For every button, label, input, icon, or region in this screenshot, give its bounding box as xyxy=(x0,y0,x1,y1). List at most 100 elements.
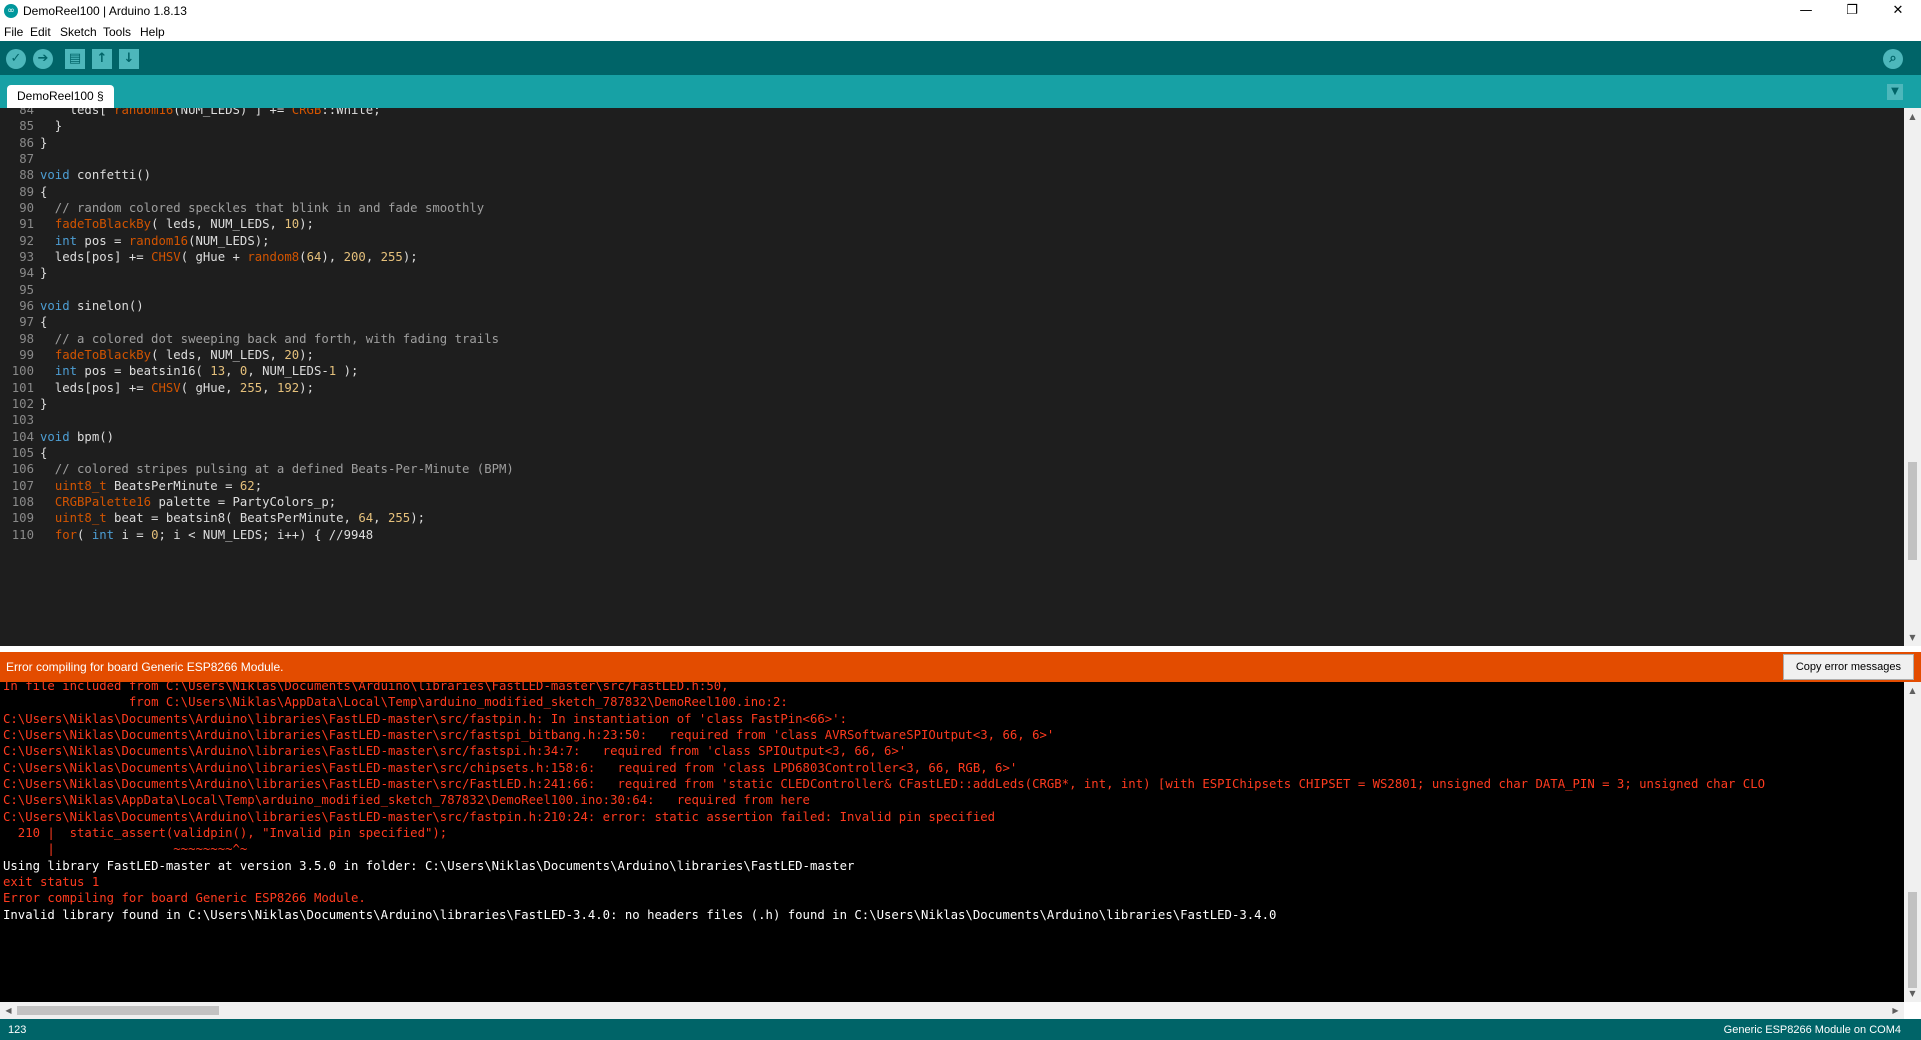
code-token: leds[pos] += xyxy=(40,380,152,395)
code-editor[interactable]: 84 leds[ random16(NUM_LEDS) ] += CRGB::W… xyxy=(0,108,1904,646)
console-scroll-up-icon[interactable]: ▲ xyxy=(1904,682,1921,699)
code-token: // random colored speckles that blink in… xyxy=(40,200,485,215)
code-token: void xyxy=(40,168,70,183)
code-token: CRGBPalette16 xyxy=(54,494,152,509)
console-scroll-down-icon[interactable]: ▼ xyxy=(1904,985,1921,1002)
code-token: int xyxy=(54,364,78,379)
console-output[interactable]: In file included from C:\Users\Niklas\Do… xyxy=(0,682,1904,1002)
code-token: int xyxy=(54,233,78,248)
menu-file[interactable]: File xyxy=(4,25,23,39)
toolbar: ✓ ➔ ▤ ↑ ↓ ⌕ xyxy=(0,41,1921,75)
minimize-button[interactable]: — xyxy=(1783,0,1829,22)
code-token: beat = beatsin8( BeatsPerMinute, xyxy=(106,511,359,526)
tab-bar: DemoReel100 § ▼ xyxy=(0,75,1921,108)
console-scroll-thumb[interactable] xyxy=(1908,892,1917,988)
console-horizontal-scrollbar[interactable]: ◀ ▶ xyxy=(0,1002,1904,1019)
code-token: ; i < NUM_LEDS; i++) { //9948 xyxy=(158,527,374,542)
menu-sketch[interactable]: Sketch xyxy=(60,25,97,39)
line-number: 110 xyxy=(11,527,34,542)
code-token: 10 xyxy=(284,217,300,232)
serial-monitor-button[interactable]: ⌕ xyxy=(1883,49,1903,69)
code-token: , xyxy=(225,364,240,379)
code-token: // a colored dot sweeping back and forth… xyxy=(40,331,500,346)
code-token: pos = xyxy=(77,233,129,248)
console-vertical-scrollbar[interactable]: ▲ ▼ xyxy=(1904,682,1921,1002)
code-token: } xyxy=(40,266,48,281)
code-token: 255 xyxy=(387,511,411,526)
menu-edit[interactable]: Edit xyxy=(30,25,51,39)
scroll-right-icon[interactable]: ▶ xyxy=(1887,1002,1904,1019)
code-token: fadeToBlackBy xyxy=(54,347,152,362)
tab-menu-icon[interactable]: ▼ xyxy=(1887,84,1903,100)
console-line: Using library FastLED-master at version … xyxy=(3,858,855,873)
code-token: uint8_t xyxy=(54,511,107,526)
scroll-left-icon[interactable]: ◀ xyxy=(0,1002,17,1019)
copy-error-messages-button[interactable]: Copy error messages xyxy=(1782,654,1914,680)
code-token: 13 xyxy=(210,364,226,379)
code-token: 64 xyxy=(358,511,374,526)
menu-help[interactable]: Help xyxy=(140,25,165,39)
code-token: for xyxy=(54,527,78,542)
code-token: 200 xyxy=(343,249,366,264)
code-token: } xyxy=(40,396,48,411)
verify-button[interactable]: ✓ xyxy=(6,49,26,69)
code-token: 255 xyxy=(380,249,403,264)
code-token: ( leds, NUM_LEDS, xyxy=(151,217,285,232)
restore-button[interactable]: ❐ xyxy=(1829,0,1875,22)
code-token: random16 xyxy=(128,233,189,248)
editor-vertical-scrollbar[interactable]: ▲ ▼ xyxy=(1904,108,1921,646)
code-token: 255 xyxy=(239,380,263,395)
code-token: } xyxy=(40,119,63,134)
title-bar: ∞ DemoReel100 | Arduino 1.8.13 — ❐ ✕ xyxy=(0,0,1921,22)
status-message: Error compiling for board Generic ESP826… xyxy=(6,660,284,674)
board-port-info: Generic ESP8266 Module on COM4 xyxy=(1723,1024,1901,1036)
code-token: } xyxy=(40,135,48,150)
scroll-down-icon[interactable]: ▼ xyxy=(1904,629,1921,646)
code-token: ); xyxy=(299,380,314,395)
code-token: ); xyxy=(410,511,426,526)
console-line: Invalid library found in C:\Users\Niklas… xyxy=(3,907,1277,922)
code-token: ( xyxy=(299,249,307,264)
code-token: leds[pos] += xyxy=(40,249,152,264)
scroll-up-icon[interactable]: ▲ xyxy=(1904,108,1921,125)
console-h-scroll-thumb[interactable] xyxy=(17,1006,219,1015)
error-status-bar: Error compiling for board Generic ESP826… xyxy=(0,652,1921,682)
code-token: { xyxy=(40,445,48,460)
code-token: // colored stripes pulsing at a defined … xyxy=(40,462,514,477)
footer-bar: 123 Generic ESP8266 Module on COM4 xyxy=(0,1019,1921,1040)
code-token: uint8_t xyxy=(54,478,107,493)
code-token: ( gHue + xyxy=(180,249,248,264)
save-sketch-button[interactable]: ↓ xyxy=(119,49,139,69)
code-token: 0 xyxy=(151,527,159,542)
code-token: 62 xyxy=(239,478,255,493)
code-token: void xyxy=(40,429,70,444)
open-sketch-button[interactable]: ↑ xyxy=(92,49,112,69)
code-token: ); xyxy=(402,249,418,264)
code-token: bpm() xyxy=(69,429,115,444)
close-button[interactable]: ✕ xyxy=(1875,0,1921,22)
code-line[interactable]: 110 for( int i = 0; i < NUM_LEDS; i++) {… xyxy=(0,525,1904,545)
code-token: ); xyxy=(299,217,314,232)
editor-scroll-thumb[interactable] xyxy=(1908,462,1917,560)
menu-bar: File Edit Sketch Tools Help xyxy=(0,22,1921,41)
upload-button[interactable]: ➔ xyxy=(33,49,53,69)
code-token: ( xyxy=(77,527,92,542)
tab-demoreel100[interactable]: DemoReel100 § xyxy=(7,85,114,108)
code-token: (NUM_LEDS); xyxy=(188,233,270,248)
code-token: 192 xyxy=(276,380,300,395)
code-token: { xyxy=(40,184,48,199)
code-token: sinelon() xyxy=(69,298,144,313)
window-title: DemoReel100 | Arduino 1.8.13 xyxy=(23,4,187,18)
code-token: random8 xyxy=(247,249,300,264)
code-token: , xyxy=(262,380,277,395)
code-token: ), xyxy=(321,249,344,264)
code-token: ( gHue, xyxy=(180,380,240,395)
menu-tools[interactable]: Tools xyxy=(103,25,131,39)
code-token: void xyxy=(40,298,70,313)
new-sketch-button[interactable]: ▤ xyxy=(65,49,85,69)
